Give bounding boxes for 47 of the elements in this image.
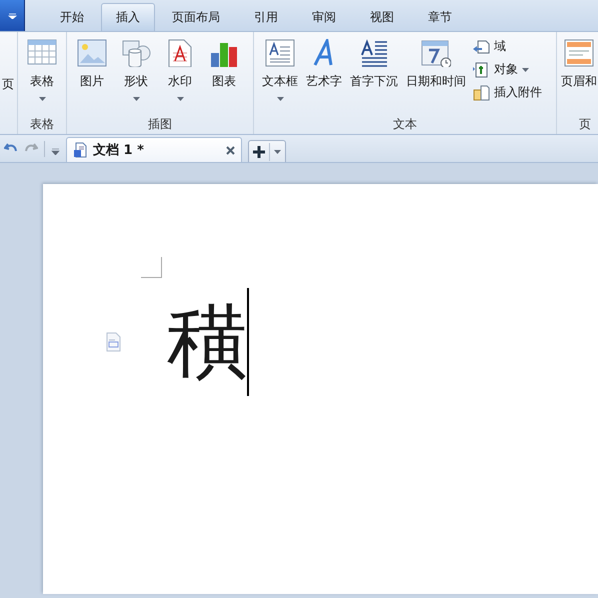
- ribbon-button[interactable]: 图表: [205, 36, 243, 114]
- shapes-icon: [121, 39, 151, 67]
- ribbon-tab[interactable]: 视图: [353, 4, 411, 31]
- table-icon: [27, 39, 57, 67]
- ribbon-tab[interactable]: 插入: [101, 3, 155, 31]
- document-tab[interactable]: 文档 1 *: [66, 137, 242, 162]
- ribbon-button[interactable]: 文本框: [258, 36, 302, 114]
- text-box-icon: [265, 39, 295, 67]
- dropdown-icon: [51, 148, 60, 155]
- ribbon-button[interactable]: 首字下沉: [346, 36, 402, 114]
- group-label: 页: [578, 116, 592, 133]
- image-icon: [77, 39, 107, 67]
- caret-icon: [274, 150, 281, 154]
- ribbon-tab[interactable]: 章节: [411, 4, 469, 31]
- caret-icon: [8, 12, 16, 18]
- close-icon: [226, 146, 235, 154]
- paragraph-icon: [105, 332, 121, 352]
- group-label: 表格: [29, 116, 55, 133]
- ribbon-button[interactable]: 形状: [117, 36, 155, 114]
- header-footer-icon: [564, 39, 594, 67]
- ribbon-button[interactable]: 图片: [73, 36, 111, 114]
- ribbon-button[interactable]: 水印: [161, 36, 199, 114]
- group-label: 文本: [392, 116, 418, 133]
- plus-icon: [253, 146, 265, 158]
- margin-corner-mark: [141, 257, 162, 278]
- group-label: 插图: [147, 116, 173, 133]
- menu-button[interactable]: [0, 0, 25, 31]
- ribbon-button[interactable]: 日期和时间: [402, 36, 470, 114]
- calendar-icon: [421, 39, 451, 67]
- ribbon-button[interactable]: 域: [472, 38, 542, 55]
- ribbon-button[interactable]: 表格: [23, 36, 61, 114]
- ribbon-button[interactable]: 页眉和: [557, 36, 598, 114]
- ribbon-tab[interactable]: 审阅: [295, 4, 353, 31]
- ribbon-tab[interactable]: 开始: [43, 4, 101, 31]
- attachment-icon: [472, 84, 490, 101]
- drop-cap-icon: [359, 39, 389, 67]
- ribbon-button[interactable]: 艺术字: [302, 36, 346, 114]
- new-tab-button[interactable]: [248, 140, 286, 162]
- ribbon-button[interactable]: 插入附件: [472, 84, 542, 101]
- ribbon-label: 页: [2, 76, 14, 93]
- object-icon: [472, 61, 490, 78]
- document-text: 穔: [167, 294, 247, 390]
- ribbon-button[interactable]: 对象: [472, 61, 542, 78]
- ribbon-tab[interactable]: 页面布局: [155, 4, 237, 31]
- ribbon-tab[interactable]: 引用: [237, 4, 295, 31]
- document-icon: [73, 142, 87, 158]
- field-icon: [472, 38, 490, 55]
